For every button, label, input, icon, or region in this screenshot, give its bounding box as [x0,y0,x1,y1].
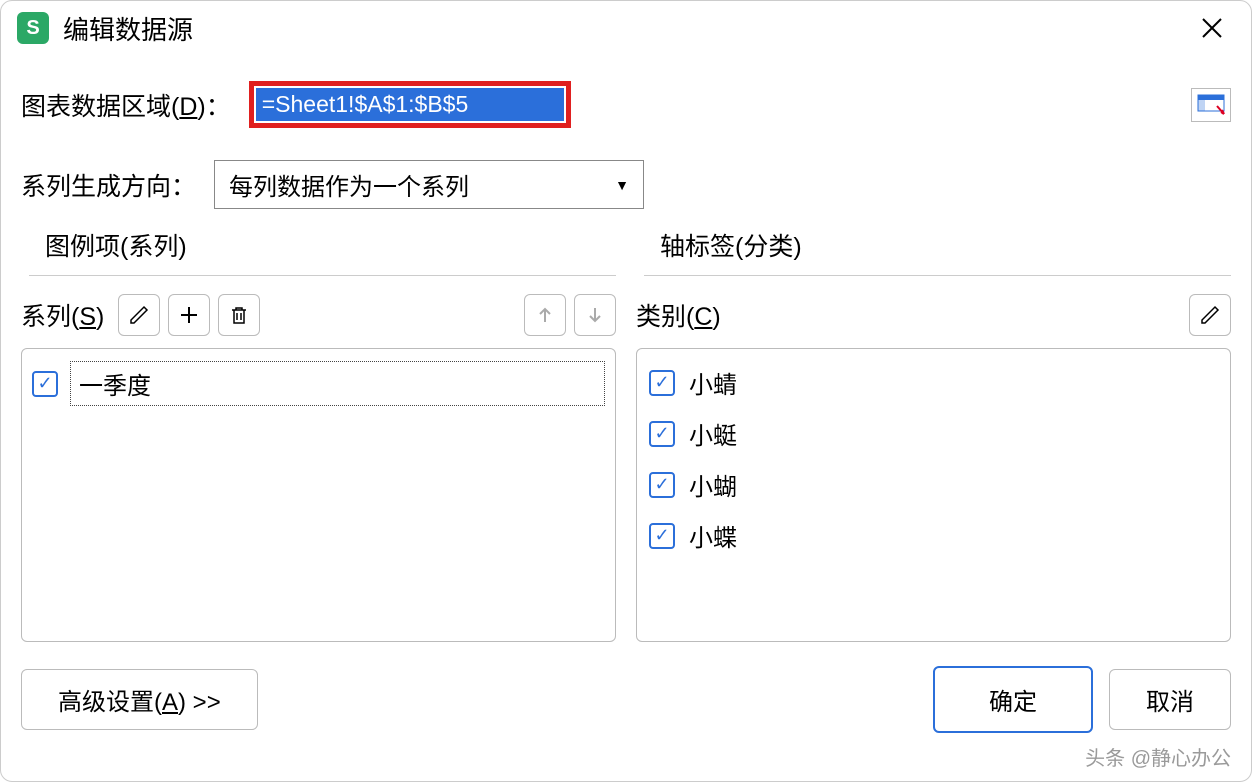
dialog-footer: 高级设置(A) >> 确定 取消 [1,642,1251,733]
series-header: 系列(S) [21,294,616,336]
chart-range-label: 图表数据区域(D)： [21,87,231,123]
chart-range-input[interactable] [256,88,564,121]
series-item[interactable]: ✓ 一季度 [30,357,607,410]
trash-icon [228,304,250,326]
series-direction-label: 系列生成方向： [21,167,196,203]
chevron-down-icon: ▼ [615,177,629,193]
series-direction-row: 系列生成方向： 每列数据作为一个系列 ▼ [21,160,1231,209]
close-icon [1201,17,1223,39]
checkbox[interactable]: ✓ [649,370,675,396]
watermark: 头条 @静心办公 [1085,742,1231,771]
series-group-label: 图例项(系列) [39,233,193,261]
ok-button[interactable]: 确定 [933,666,1093,733]
pencil-icon [1199,304,1221,326]
edit-series-button[interactable] [118,294,160,336]
category-item-label: 小蝴 [689,467,737,502]
category-item[interactable]: ✓ 小蜻 [645,357,1222,408]
range-selector-icon [1197,94,1225,116]
chart-range-highlight [249,81,571,128]
dialog-title: 编辑数据源 [63,10,193,47]
panels-container: 图例项(系列) 系列(S) [21,241,1231,642]
checkbox[interactable]: ✓ [32,371,58,397]
cancel-button[interactable]: 取消 [1109,669,1231,730]
dialog-content: 图表数据区域(D)： 系列生成方向： 每列数据作为一个系列 ▼ [1,55,1251,642]
series-label: 系列(S) [21,297,104,333]
plus-icon [178,304,200,326]
category-label: 类别(C) [636,297,721,333]
dropdown-value: 每列数据作为一个系列 [229,167,469,202]
checkbox[interactable]: ✓ [649,472,675,498]
series-listbox[interactable]: ✓ 一季度 [21,348,616,642]
app-icon: S [17,12,49,44]
checkbox[interactable]: ✓ [649,523,675,549]
category-item[interactable]: ✓ 小蝶 [645,510,1222,561]
close-button[interactable] [1189,6,1235,51]
checkbox[interactable]: ✓ [649,421,675,447]
arrow-down-icon [586,306,604,324]
series-item-label: 一季度 [79,373,151,400]
series-panel: 图例项(系列) 系列(S) [21,241,616,642]
chart-range-row: 图表数据区域(D)： [21,81,1231,128]
edit-category-button[interactable] [1189,294,1231,336]
delete-series-button[interactable] [218,294,260,336]
arrow-up-icon [536,306,554,324]
advanced-settings-button[interactable]: 高级设置(A) >> [21,669,258,730]
category-item-label: 小蜻 [689,365,737,400]
category-item[interactable]: ✓ 小蜓 [645,408,1222,459]
title-bar: S 编辑数据源 [1,1,1251,55]
category-panel: 轴标签(分类) 类别(C) ✓小蜻✓小蜓✓小蝴✓小蝶 [636,241,1231,642]
range-selector-button[interactable] [1191,88,1231,122]
category-listbox[interactable]: ✓ 小蜻 ✓ 小蜓 ✓ 小蝴 ✓ 小蝶 [636,348,1231,642]
series-direction-dropdown[interactable]: 每列数据作为一个系列 ▼ [214,160,644,209]
move-series-up-button[interactable] [524,294,566,336]
category-item[interactable]: ✓ 小蝴 [645,459,1222,510]
edit-data-source-dialog: S 编辑数据源 图表数据区域(D)： [0,0,1252,782]
pencil-icon [128,304,150,326]
move-series-down-button[interactable] [574,294,616,336]
category-header: 类别(C) [636,294,1231,336]
category-item-label: 小蝶 [689,518,737,553]
category-item-label: 小蜓 [689,416,737,451]
category-group-label: 轴标签(分类) [654,233,808,261]
add-series-button[interactable] [168,294,210,336]
